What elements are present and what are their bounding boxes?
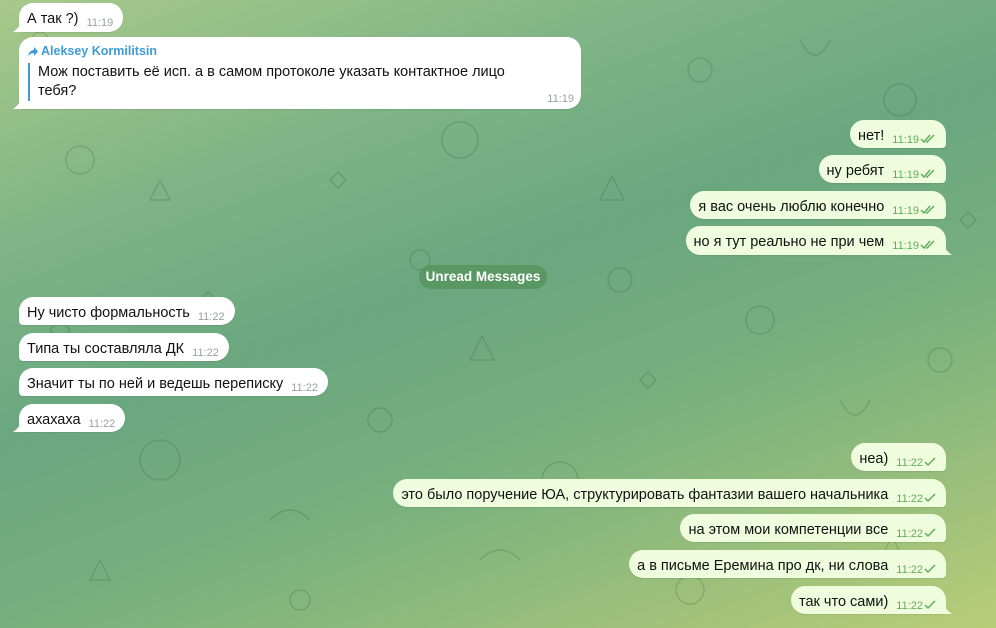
message-text: нет! bbox=[858, 128, 885, 144]
message-time: 11:22 bbox=[896, 600, 923, 612]
message-text: так что сами) bbox=[799, 594, 889, 610]
forward-header[interactable]: Aleksey Kormilitsin bbox=[28, 43, 571, 59]
single-check-icon bbox=[924, 600, 936, 610]
outgoing-message[interactable]: но я тут реально не при чем 11:19 bbox=[685, 226, 952, 255]
single-check-icon bbox=[924, 528, 936, 538]
incoming-message[interactable]: ахахаха 11:22 bbox=[13, 404, 126, 432]
double-check-icon bbox=[920, 169, 935, 179]
unread-messages-divider: Unread Messages bbox=[419, 265, 547, 289]
chat-area[interactable]: А так ?) 11:19 Aleksey Kormilitsin Мож по… bbox=[0, 0, 996, 628]
message-text: это было поручение ЮА, структурировать ф… bbox=[401, 487, 889, 503]
outgoing-message[interactable]: так что сами) 11:22 bbox=[791, 586, 952, 614]
message-time: 11:19 bbox=[892, 240, 919, 252]
message-time: 11:19 bbox=[892, 169, 919, 181]
message-time: 11:19 bbox=[86, 17, 114, 29]
outgoing-message[interactable]: это было поручение ЮА, структурировать ф… bbox=[393, 479, 946, 507]
outgoing-message[interactable]: я вас очень люблю конечно 11:19 bbox=[690, 191, 946, 219]
message-time: 11:22 bbox=[896, 493, 923, 505]
message-text: но я тут реально не при чем bbox=[693, 234, 885, 250]
message-time: 11:22 bbox=[192, 347, 219, 359]
bubble-tail bbox=[13, 97, 23, 109]
incoming-message[interactable]: Ну чисто формальность 11:22 bbox=[19, 297, 235, 325]
message-text: ну ребят bbox=[826, 163, 885, 179]
forward-arrow-icon bbox=[28, 46, 38, 56]
bubble-tail bbox=[13, 420, 23, 432]
message-time: 11:19 bbox=[892, 134, 919, 146]
outgoing-message[interactable]: ну ребят 11:19 bbox=[818, 155, 946, 183]
single-check-icon bbox=[924, 493, 936, 503]
message-text: неа) bbox=[859, 451, 889, 467]
message-text: Ну чисто формальность bbox=[27, 305, 190, 321]
outgoing-message[interactable]: нет! 11:19 bbox=[850, 120, 946, 148]
incoming-message[interactable]: Типа ты составляла ДК 11:22 bbox=[19, 333, 229, 361]
message-time: 11:22 bbox=[197, 311, 225, 323]
message-time: 11:19 bbox=[892, 205, 919, 217]
message-text: А так ?) bbox=[27, 11, 79, 27]
single-check-icon bbox=[924, 564, 936, 574]
outgoing-message[interactable]: неа) 11:22 bbox=[851, 443, 946, 471]
message-time: 11:22 bbox=[88, 418, 116, 430]
double-check-icon bbox=[920, 134, 935, 144]
forwarded-message[interactable]: Aleksey Kormilitsin Мож поставить её исп… bbox=[13, 37, 581, 109]
outgoing-message[interactable]: а в письме Еремина про дк, ни слова 11:22 bbox=[629, 550, 946, 578]
message-time: 11:22 bbox=[291, 382, 318, 394]
message-text: Типа ты составляла ДК bbox=[27, 341, 185, 357]
message-text: ахахаха bbox=[27, 412, 81, 428]
double-check-icon bbox=[920, 205, 935, 215]
message-time: 11:22 bbox=[896, 528, 923, 540]
forward-author[interactable]: Aleksey Kormilitsin bbox=[41, 43, 157, 59]
message-time: 11:19 bbox=[547, 93, 574, 105]
message-time: 11:22 bbox=[896, 457, 923, 469]
bubble-tail bbox=[942, 243, 952, 255]
message-text: Значит ты по ней и ведешь переписку bbox=[27, 376, 284, 392]
single-check-icon bbox=[924, 457, 936, 467]
message-text: на этом мои компетенции все bbox=[688, 522, 889, 538]
incoming-message[interactable]: Значит ты по ней и ведешь переписку 11:22 bbox=[19, 368, 328, 396]
message-time: 11:22 bbox=[896, 564, 923, 576]
double-check-icon bbox=[920, 240, 935, 250]
incoming-message[interactable]: А так ?) 11:19 bbox=[13, 3, 124, 32]
message-text: я вас очень люблю конечно bbox=[698, 199, 885, 215]
bubble-tail bbox=[13, 20, 23, 32]
outgoing-message[interactable]: на этом мои компетенции все 11:22 bbox=[680, 514, 946, 542]
message-text: а в письме Еремина про дк, ни слова bbox=[637, 558, 889, 574]
bubble-tail bbox=[942, 602, 952, 614]
forwarded-text: Мож поставить её исп. а в самом протокол… bbox=[28, 63, 538, 101]
